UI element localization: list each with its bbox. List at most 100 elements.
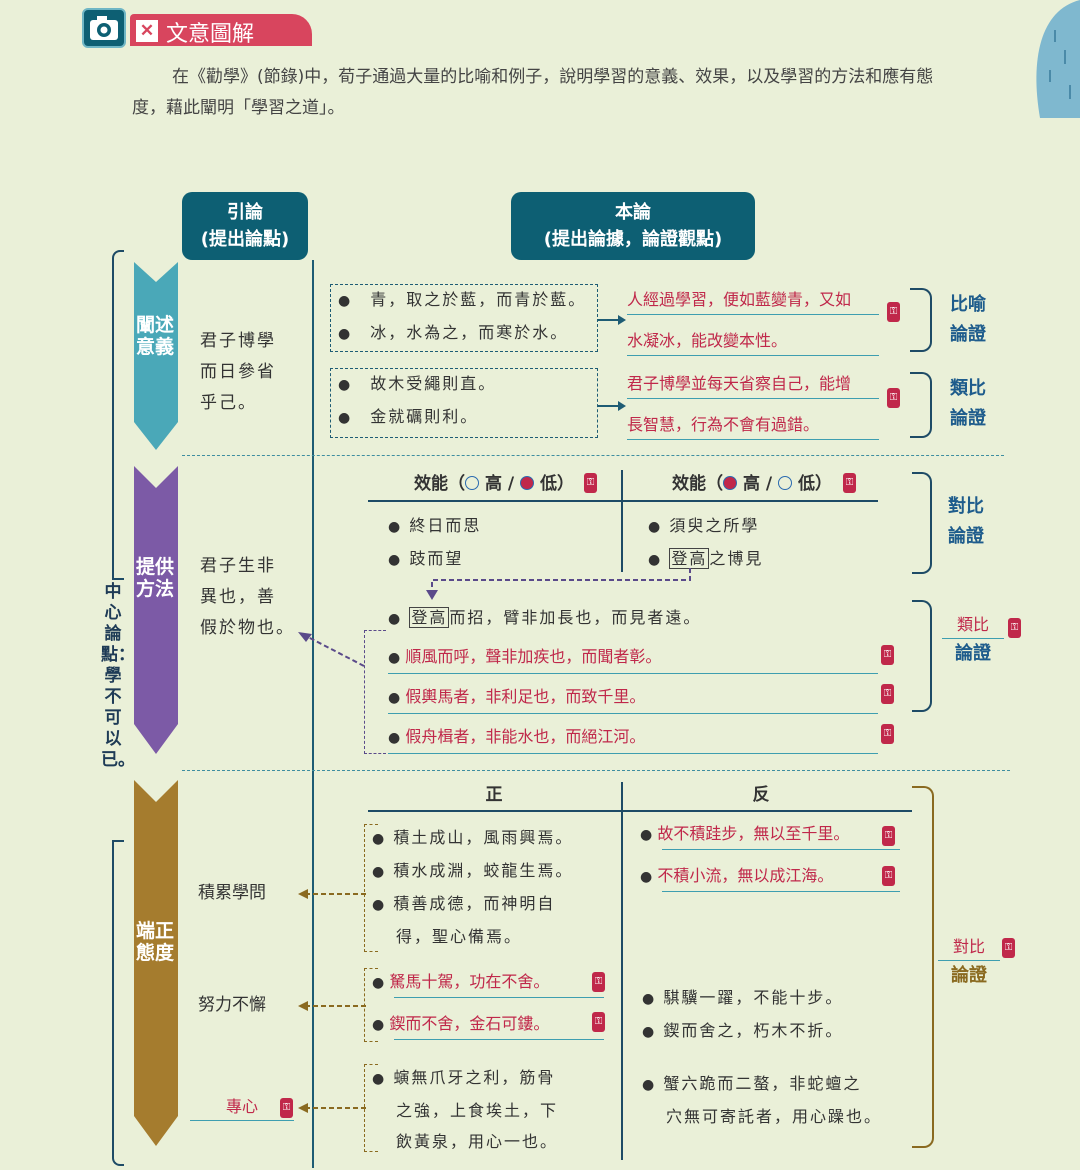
section1-metaphor-tag: 比喻 論證 — [950, 290, 986, 350]
table-rule — [368, 500, 878, 502]
negative-group-1: ● 故不積跬步，無以至千里。 ● 不積小流，無以成江海。 — [640, 820, 900, 892]
tag-line: 論證 — [955, 643, 991, 664]
key-icon[interactable]: ⚿ — [1002, 938, 1015, 958]
section1-label: 闡述意義 — [135, 314, 174, 358]
list-item: ● 不積小流，無以成江海。 — [640, 866, 834, 885]
section1-analogy-tag: 類比 論證 — [950, 374, 986, 434]
list-item: ● 積水成淵，蛟龍生焉。 — [372, 861, 574, 880]
positive-group-3: ● 螾無爪牙之利，筋骨 之強，上食埃土，下 飲黃泉，用心一也。 — [372, 1062, 622, 1157]
list-item-text: 鍥而不舍，金石可鏤。 — [389, 1014, 550, 1033]
positive-group-2: ● 駑馬十駕，功在不舍。 ● 鍥而不舍，金石可鏤。 — [372, 968, 604, 1040]
circle-empty-icon — [778, 476, 793, 490]
section2-thesis-line: 君子生非 — [200, 556, 276, 576]
list-item: ● 積善成德，而神明自 — [372, 894, 556, 913]
list-item: ● 騏驥一躍，不能十步。 — [642, 988, 844, 1007]
col-negative: 反 — [752, 785, 770, 805]
analogy-list: ● 登高 而招，臂非加長也，而見者遠。 ● 順風而呼，聲非加疾也，而聞者彰。 ● … — [388, 603, 888, 754]
central-bracket-top — [112, 250, 124, 580]
divider-line — [312, 260, 314, 1168]
camera-icon — [82, 8, 126, 48]
explanation-line: 君子博學並每天省察自己，能增 — [627, 370, 879, 399]
section1-thesis-line: 而日參省 — [200, 362, 276, 382]
tag-line: 論證 — [950, 324, 986, 345]
decorative-leaf-icon — [1036, 0, 1080, 118]
list-item: ● 積土成山，風雨興焉。 — [372, 828, 574, 847]
section1-thesis: 君子博學 而日參省 乎己。 — [200, 326, 300, 419]
tag-line: 論證 — [948, 526, 984, 547]
key-icon[interactable]: ⚿ — [592, 972, 605, 992]
diagram-icon: ✕ — [136, 20, 158, 42]
table-rule — [368, 810, 912, 812]
list-item: ● 鍥而舍之，朽木不折。 — [642, 1021, 844, 1040]
connector-arrow-icon — [426, 568, 691, 600]
list-item-text: 積土成山，風雨興焉。 — [393, 828, 574, 847]
negative-group-2: ● 騏驥一躍，不能十步。 ● 鍥而舍之，朽木不折。 — [642, 982, 902, 1048]
section1-group2-explanation: 君子博學並每天省察自己，能增 長智慧，行為不會有過錯。 — [627, 370, 879, 440]
list-item-text: 飲黃泉，用心一也。 — [396, 1132, 559, 1151]
circle-filled-icon — [520, 476, 535, 490]
list-item-text: 騏驥一躍，不能十步。 — [663, 988, 844, 1007]
section3-label: 端正態度 — [135, 920, 174, 964]
efficiency-prefix: 效能（ — [414, 474, 466, 494]
key-icon[interactable]: ⚿ — [887, 388, 900, 408]
tag-line: 類比 — [950, 378, 986, 399]
list-item: ● 冰，水為之，而寒於水。 — [338, 323, 569, 342]
list-item-text: 而招，臂非加長也，而見者遠。 — [449, 608, 702, 627]
key-icon[interactable]: ⚿ — [592, 1012, 605, 1032]
section1-thesis-line: 乎己。 — [200, 393, 257, 413]
bracket — [912, 472, 932, 574]
list-item: ● 順風而呼，聲非加疾也，而聞者彰。 — [388, 647, 662, 666]
bracket — [912, 600, 932, 712]
list-item-text: 假輿馬者，非利足也，而致千里。 — [405, 687, 646, 706]
efficiency-low: 低） — [539, 474, 574, 494]
list-item-text: 假舟楫者，非能水也，而絕江河。 — [405, 727, 646, 746]
boxed-word: 登高 — [409, 607, 450, 628]
section-divider-1 — [182, 455, 1004, 456]
tag-line: 論證 — [951, 965, 987, 986]
list-item-text: 須臾之所學 — [669, 516, 760, 535]
list-item-text: 積水成淵，蛟龍生焉。 — [393, 861, 574, 880]
efficiency-header-left: 效能（ 高 / 低） — [368, 470, 620, 498]
efficiency-high: 高 — [742, 474, 760, 494]
efficiency-low: 低） — [797, 474, 832, 494]
key-icon[interactable]: ⚿ — [887, 302, 900, 322]
key-icon[interactable]: ⚿ — [1008, 618, 1021, 638]
section2-thesis-line: 假於物也。 — [200, 618, 295, 638]
key-icon[interactable]: ⚿ — [881, 724, 894, 744]
list-item-text: 青，取之於藍，而青於藍。 — [370, 290, 587, 309]
col-positive: 正 — [485, 785, 503, 805]
key-icon[interactable]: ⚿ — [843, 473, 856, 493]
efficiency-high: 高 — [484, 474, 502, 494]
central-bracket-bottom — [112, 840, 124, 1166]
section1-label-box: 闡述意義 — [134, 262, 176, 452]
section2-label: 提供方法 — [135, 556, 174, 600]
underline — [394, 1039, 604, 1040]
efficiency-sep: / — [507, 474, 515, 494]
negative-group-3: ● 蟹六跪而二螯，非蛇蟺之 穴無可寄託者，用心躁也。 — [642, 1068, 922, 1132]
arrow-left-icon — [298, 889, 366, 899]
underline — [662, 849, 900, 850]
key-icon[interactable]: ⚿ — [881, 645, 894, 665]
list-item-text: 鍥而舍之，朽木不折。 — [663, 1021, 844, 1040]
list-item: ● 故不積跬步，無以至千里。 — [640, 824, 850, 843]
section3-label-box: 端正態度 — [134, 780, 176, 1148]
topic-accumulate: 積累學問 — [198, 883, 266, 903]
list-item-text: 終日而思 — [409, 516, 482, 535]
intro-text: 在《勸學》(節錄)中，荀子通過大量的比喻和例子，說明學習的意義、效果，以及學習的… — [132, 67, 934, 118]
list-item-text: 故木受繩則直。 — [370, 374, 497, 393]
page-title: 文意圖解 — [166, 22, 255, 47]
key-icon[interactable]: ⚿ — [882, 866, 895, 886]
key-icon[interactable]: ⚿ — [280, 1098, 293, 1118]
arrow-right-icon — [598, 401, 626, 411]
key-icon[interactable]: ⚿ — [882, 826, 895, 846]
tag-line: 對比 — [938, 934, 1000, 961]
list-item: ● 假輿馬者，非利足也，而致千里。 — [388, 687, 646, 706]
arrow-right-icon — [598, 315, 626, 325]
list-item-text: 順風而呼，聲非加疾也，而聞者彰。 — [405, 647, 662, 666]
key-icon[interactable]: ⚿ — [584, 473, 597, 493]
key-icon[interactable]: ⚿ — [881, 684, 894, 704]
tag-line: 比喻 — [950, 294, 986, 315]
list-item: ● 假舟楫者，非能水也，而絕江河。 — [388, 727, 646, 746]
list-item-text: 得，聖心備焉。 — [396, 927, 523, 946]
topic-persevere: 努力不懈 — [198, 995, 266, 1015]
